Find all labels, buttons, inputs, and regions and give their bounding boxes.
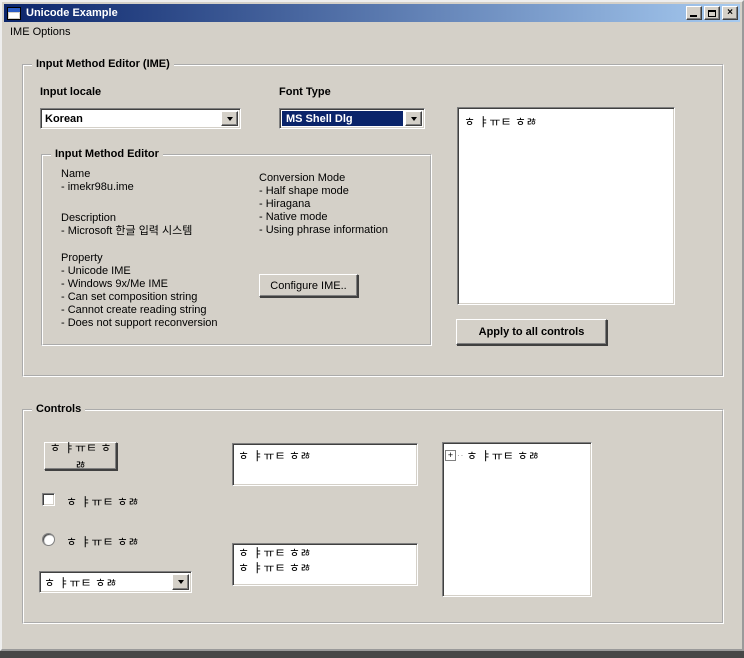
conversion-mode-block: Conversion Mode - Half shape mode - Hira… — [259, 172, 388, 237]
app-icon[interactable] — [7, 7, 21, 20]
menu-bar: IME Options — [4, 22, 740, 41]
input-locale-dropdown-button[interactable] — [221, 111, 238, 126]
controls-groupbox: Controls ㅎ ㅑㅠㅌ ㅎㅀ ㅎ ㅑㅠㅌ ㅎㅀ ㅎ ㅑㅠㅌ ㅎㅀ ㅎ ㅑㅠ… — [22, 409, 724, 624]
desktop-edge — [0, 651, 744, 658]
sample-checkbox[interactable] — [42, 493, 55, 506]
menu-ime-options[interactable]: IME Options — [4, 24, 77, 40]
font-type-label: Font Type — [279, 86, 331, 98]
minimize-icon — [690, 15, 697, 17]
sample-edit-single[interactable]: ㅎ ㅑㅠㅌ ㅎㅀ — [232, 443, 418, 486]
description-label: Description — [61, 212, 192, 225]
sample-radio[interactable] — [42, 533, 55, 546]
chevron-down-icon — [178, 580, 184, 584]
ime-preview-text: ㅎ ㅑㅠㅌ ㅎㅀ — [464, 115, 537, 129]
input-locale-label: Input locale — [40, 86, 101, 98]
conversion-item: - Half shape mode — [259, 185, 388, 198]
configure-ime-button[interactable]: Configure IME.. — [259, 274, 358, 297]
sample-edit-single-text: ㅎ ㅑㅠㅌ ㅎㅀ — [238, 449, 311, 463]
window-title: Unicode Example — [26, 7, 118, 19]
property-item: - Does not support reconversion — [61, 317, 218, 330]
close-button[interactable]: × — [722, 6, 738, 20]
description-block: Description - Microsoft 한글 입력 시스템 — [61, 212, 192, 238]
property-item: - Can set composition string — [61, 291, 218, 304]
apply-all-button[interactable]: Apply to all controls — [456, 319, 607, 345]
close-icon: × — [727, 8, 733, 18]
minimize-button[interactable] — [686, 6, 702, 20]
sample-radio-label[interactable]: ㅎ ㅑㅠㅌ ㅎㅀ — [66, 533, 139, 550]
sample-button[interactable]: ㅎ ㅑㅠㅌ ㅎㅀ — [44, 442, 117, 470]
conversion-item: - Using phrase information — [259, 224, 388, 237]
ime-group-title: Input Method Editor (IME) — [32, 58, 174, 70]
sample-treeview[interactable]: + ·· ㅎ ㅑㅠㅌ ㅎㅀ — [442, 442, 592, 597]
tree-item-label[interactable]: ㅎ ㅑㅠㅌ ㅎㅀ — [466, 447, 539, 464]
maximize-icon — [708, 10, 716, 17]
property-block: Property - Unicode IME - Windows 9x/Me I… — [61, 252, 218, 330]
font-type-dropdown-button[interactable] — [405, 111, 422, 126]
tree-expand-icon[interactable]: + — [445, 450, 456, 461]
conversion-item: - Native mode — [259, 211, 388, 224]
title-bar[interactable]: Unicode Example × — [4, 4, 740, 22]
conversion-mode-label: Conversion Mode — [259, 172, 388, 185]
input-locale-combobox[interactable]: Korean — [40, 108, 241, 129]
editor-groupbox: Input Method Editor Name - imekr98u.ime … — [41, 154, 432, 346]
sample-checkbox-label[interactable]: ㅎ ㅑㅠㅌ ㅎㅀ — [66, 493, 139, 510]
name-block: Name - imekr98u.ime — [61, 168, 134, 194]
sample-edit-multi-line: ㅎ ㅑㅠㅌ ㅎㅀ — [238, 546, 412, 561]
tree-row[interactable]: + ·· ㅎ ㅑㅠㅌ ㅎㅀ — [443, 443, 591, 468]
maximize-button[interactable] — [704, 6, 720, 20]
editor-group-title: Input Method Editor — [51, 148, 163, 160]
chevron-down-icon — [411, 117, 417, 121]
conversion-item: - Hiragana — [259, 198, 388, 211]
tree-connector-dots: ·· — [457, 451, 464, 460]
unicode-example-window: Unicode Example × IME Options Input Meth… — [0, 0, 744, 651]
property-item: - Windows 9x/Me IME — [61, 278, 218, 291]
caption-buttons: × — [686, 6, 740, 20]
sample-combobox[interactable]: ㅎ ㅑㅠㅌ ㅎㅀ — [39, 571, 192, 593]
property-item: - Unicode IME — [61, 265, 218, 278]
controls-group-title: Controls — [32, 403, 85, 415]
sample-edit-multi-line: ㅎ ㅑㅠㅌ ㅎㅀ — [238, 561, 412, 576]
property-label: Property — [61, 252, 218, 265]
font-type-value: MS Shell Dlg — [282, 111, 403, 126]
property-item: - Cannot create reading string — [61, 304, 218, 317]
name-item: - imekr98u.ime — [61, 181, 134, 194]
name-label: Name — [61, 168, 134, 181]
sample-combo-dropdown-button[interactable] — [172, 574, 189, 590]
description-item: - Microsoft 한글 입력 시스템 — [61, 225, 192, 238]
chevron-down-icon — [227, 117, 233, 121]
sample-combo-value: ㅎ ㅑㅠㅌ ㅎㅀ — [40, 572, 170, 592]
sample-edit-multi[interactable]: ㅎ ㅑㅠㅌ ㅎㅀ ㅎ ㅑㅠㅌ ㅎㅀ — [232, 543, 418, 586]
ime-groupbox: Input Method Editor (IME) Input locale K… — [22, 64, 724, 377]
input-locale-value: Korean — [41, 109, 219, 128]
ime-preview-box[interactable]: ㅎ ㅑㅠㅌ ㅎㅀ — [457, 107, 675, 305]
font-type-combobox[interactable]: MS Shell Dlg — [279, 108, 425, 129]
